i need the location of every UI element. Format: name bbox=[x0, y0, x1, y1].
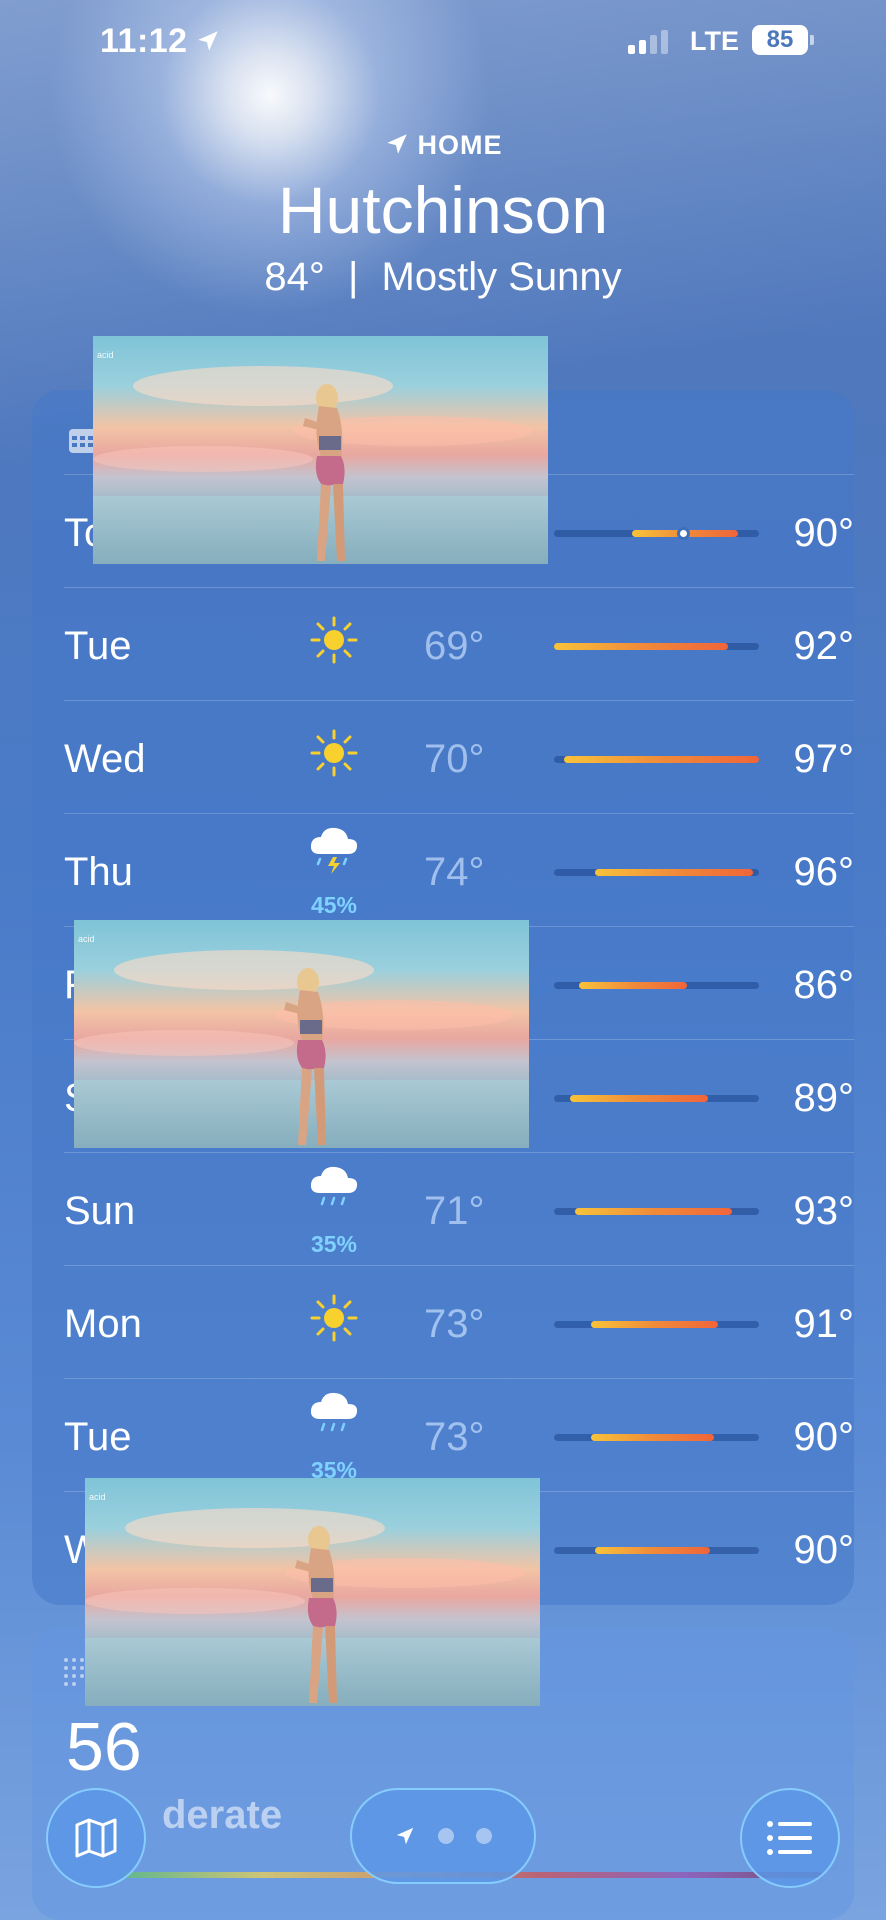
forecast-row[interactable]: Tue 69° 92° bbox=[64, 587, 854, 700]
precipitation-chance: 45% bbox=[310, 892, 358, 918]
sun-icon bbox=[304, 614, 364, 674]
temperature-range-fill bbox=[595, 1547, 710, 1554]
current-temperature-marker bbox=[677, 527, 691, 540]
person-figure bbox=[295, 1526, 337, 1703]
forecast-row[interactable]: Sun 35% 71° 93° bbox=[64, 1152, 854, 1265]
low-temperature: 73° bbox=[424, 1302, 485, 1346]
current-location-page-icon bbox=[396, 1827, 414, 1845]
status-time: 11:12 bbox=[100, 22, 188, 60]
low-temperature: 73° bbox=[424, 1415, 485, 1459]
home-text: HOME bbox=[417, 130, 503, 160]
temperature-range-fill bbox=[570, 1095, 708, 1102]
rain-cloud-icon bbox=[304, 1163, 364, 1223]
high-temperature: 91° bbox=[793, 1302, 855, 1346]
air-quality-value: 56 bbox=[66, 1709, 142, 1785]
forecast-row[interactable]: Tue 35% 73° 90° bbox=[64, 1378, 854, 1491]
low-temperature: 70° bbox=[424, 737, 485, 781]
high-temperature: 93° bbox=[793, 1189, 855, 1233]
temperature-range-fill bbox=[574, 1208, 733, 1215]
low-temperature: 71° bbox=[424, 1189, 485, 1233]
map-icon bbox=[75, 1818, 117, 1858]
temperature-range-fill bbox=[578, 982, 688, 989]
page-dot bbox=[438, 1828, 454, 1844]
temperature-range-fill bbox=[590, 1321, 718, 1328]
high-temperature: 89° bbox=[793, 1076, 855, 1120]
overlay-image: acid bbox=[85, 1478, 540, 1706]
forecast-day: Sun bbox=[64, 1189, 136, 1233]
forecast-row[interactable]: Mon 73° 91° bbox=[64, 1265, 854, 1378]
person-figure bbox=[284, 968, 326, 1145]
sun-icon bbox=[304, 1292, 364, 1352]
low-temperature: 74° bbox=[424, 850, 485, 894]
network-type: LTE bbox=[690, 26, 739, 56]
forecast-row[interactable]: Wed 70° 97° bbox=[64, 700, 854, 813]
forecast-row[interactable]: Thu 45% 74° 96° bbox=[64, 813, 854, 926]
temperature-range-bar bbox=[554, 1321, 759, 1328]
forecast-day: Wed bbox=[64, 737, 146, 781]
overlay-image: acid bbox=[74, 920, 529, 1148]
high-temperature: 90° bbox=[793, 1415, 855, 1459]
forecast-day: Thu bbox=[64, 850, 133, 894]
high-temperature: 92° bbox=[793, 624, 855, 668]
temperature-range-bar bbox=[554, 1547, 759, 1554]
air-quality-icon bbox=[64, 1658, 84, 1686]
city-name: Hutchinson bbox=[277, 173, 609, 247]
location-arrow-icon bbox=[198, 31, 218, 51]
separator: | bbox=[348, 255, 359, 299]
overlay-tag: acid bbox=[97, 350, 114, 360]
forecast-day: Mon bbox=[64, 1302, 142, 1346]
high-temperature: 90° bbox=[793, 1528, 855, 1572]
high-temperature: 86° bbox=[793, 963, 855, 1007]
temperature-range-bar bbox=[554, 756, 759, 763]
list-icon bbox=[767, 1821, 812, 1855]
precipitation-chance: 35% bbox=[310, 1231, 358, 1257]
person-figure bbox=[303, 384, 345, 561]
forecast-day: Tue bbox=[64, 624, 132, 668]
navigation-arrow-icon bbox=[386, 134, 407, 154]
map-button[interactable] bbox=[46, 1788, 146, 1888]
sun-icon bbox=[304, 727, 364, 787]
high-temperature: 90° bbox=[793, 511, 855, 555]
overlay-image: acid bbox=[93, 336, 548, 564]
temperature-range-bar bbox=[554, 643, 759, 650]
page-dot bbox=[476, 1828, 492, 1844]
home-location-label: HOME bbox=[0, 130, 886, 161]
temperature-range-fill bbox=[564, 756, 759, 763]
overlay-tag: acid bbox=[89, 1492, 106, 1502]
overlay-tag: acid bbox=[78, 934, 95, 944]
thunderstorm-icon bbox=[304, 824, 364, 884]
location-list-button[interactable] bbox=[740, 1788, 840, 1888]
status-bar: 11:12 LTE 85 bbox=[0, 22, 886, 62]
temperature-range-fill bbox=[595, 869, 753, 876]
forecast-day: Tue bbox=[64, 1415, 132, 1459]
rain-cloud-icon bbox=[304, 1389, 364, 1449]
cellular-signal-icon bbox=[628, 30, 668, 54]
temperature-range-bar bbox=[554, 527, 759, 540]
high-temperature: 96° bbox=[793, 850, 855, 894]
battery-icon bbox=[810, 35, 814, 45]
temperature-range-bar bbox=[554, 1095, 759, 1102]
temperature-range-bar bbox=[554, 1434, 759, 1441]
battery-level: 85 bbox=[752, 25, 808, 55]
temperature-range-fill bbox=[554, 643, 729, 650]
current-conditions: 84° | Mostly Sunny bbox=[0, 255, 886, 300]
low-temperature: 69° bbox=[424, 624, 485, 668]
temperature-range-bar bbox=[554, 1208, 759, 1215]
high-temperature: 97° bbox=[793, 737, 855, 781]
temperature-range-bar bbox=[554, 869, 759, 876]
current-temperature: 84° bbox=[264, 255, 325, 299]
condition-text: Mostly Sunny bbox=[381, 255, 622, 299]
temperature-range-fill bbox=[590, 1434, 714, 1441]
air-quality-category: derate bbox=[162, 1793, 283, 1837]
page-indicator[interactable] bbox=[350, 1788, 536, 1884]
temperature-range-bar bbox=[554, 982, 759, 989]
